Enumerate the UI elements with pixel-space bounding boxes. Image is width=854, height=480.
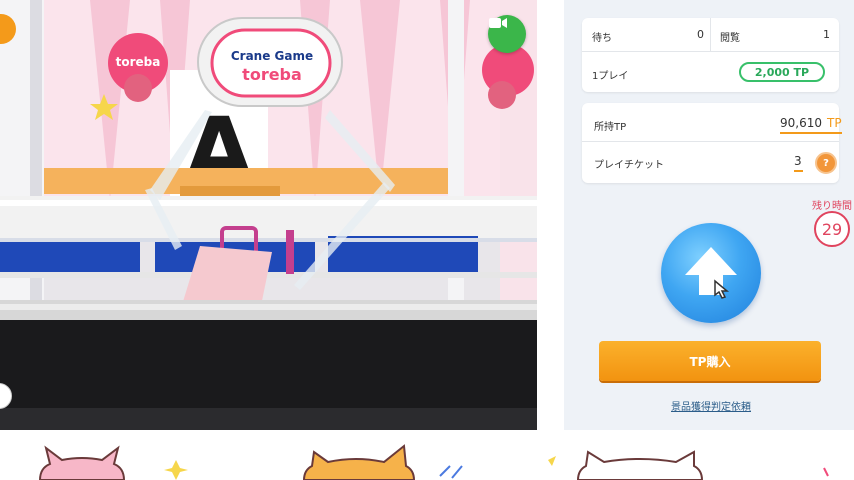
crane-sign-line1: Crane Game (231, 49, 313, 63)
prize-judgement-request-link[interactable]: 景品獲得判定依頼 (600, 398, 822, 413)
owned-tp-label: 所持TP (594, 122, 627, 133)
cat-banner (0, 430, 854, 480)
waiting-count: 0 (697, 28, 704, 41)
crane-game-screen: toreba A Crane Game toreba 待ち 0 閲覧 1 1プレ… (0, 0, 854, 480)
status-card: 待ち 0 閲覧 1 1プレイ 2,000 TP (582, 18, 839, 92)
waiting-label: 待ち (592, 33, 612, 44)
balance-card: 所持TP 90,610 TP プレイチケット 3 ? (582, 103, 842, 183)
owned-tp-underline (780, 132, 842, 134)
help-icon[interactable]: ? (815, 152, 837, 174)
crane-machine-scene: toreba A Crane Game toreba (0, 0, 537, 430)
svg-text:toreba: toreba (116, 55, 161, 69)
camera-switch-icon (489, 18, 507, 28)
play-ticket-label: プレイチケット (594, 160, 664, 171)
remaining-time-counter: 29 (814, 211, 850, 247)
play-ticket-value: 3 (794, 154, 802, 168)
per-play-price-badge: 2,000 TP (739, 62, 825, 82)
viewers-label: 閲覧 (720, 33, 740, 44)
play-ticket-underline (794, 170, 803, 172)
camera-switch-button[interactable] (488, 15, 526, 53)
move-up-button[interactable] (661, 223, 761, 323)
crane-sign-line2: toreba (242, 65, 302, 84)
viewers-count: 1 (823, 28, 830, 41)
up-arrow-icon (685, 247, 737, 299)
owned-tp-unit: TP (827, 116, 842, 130)
camera-view: toreba A Crane Game toreba (0, 0, 537, 430)
cat-illustrations (38, 444, 829, 480)
buy-tp-button[interactable]: TP購入 (599, 341, 821, 381)
remaining-time-label: 残り時間 (812, 201, 852, 212)
per-play-label: 1プレイ (592, 71, 629, 82)
owned-tp-value: 90,610 (780, 116, 822, 130)
